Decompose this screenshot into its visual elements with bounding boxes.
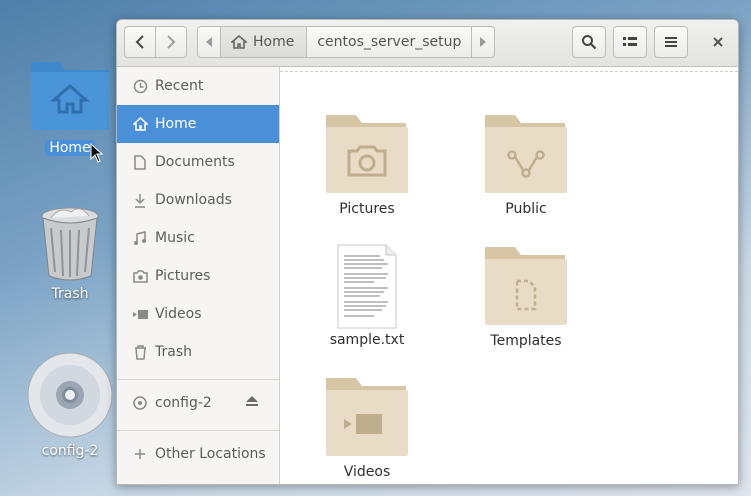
file-item-pictures[interactable]: Pictures bbox=[307, 113, 427, 217]
chevron-left-icon bbox=[135, 35, 144, 49]
search-button[interactable] bbox=[572, 26, 606, 58]
sidebar: Recent Home Documents Downloads Music Pi… bbox=[117, 67, 280, 484]
camera-folder-icon bbox=[326, 115, 408, 193]
back-button[interactable] bbox=[124, 26, 156, 58]
file-item-videos[interactable]: Videos bbox=[307, 376, 427, 480]
scrolled-row-edge bbox=[280, 67, 738, 72]
clock-icon bbox=[132, 78, 148, 94]
path-scroll-left-button[interactable] bbox=[197, 26, 221, 58]
desktop-trash-icon[interactable]: Trash bbox=[37, 206, 103, 302]
file-item-label: Public bbox=[505, 201, 547, 217]
close-icon bbox=[713, 37, 723, 47]
sidebar-item-documents[interactable]: Documents bbox=[117, 143, 279, 181]
file-item-label: Pictures bbox=[339, 201, 395, 217]
sidebar-item-home[interactable]: Home bbox=[117, 105, 279, 143]
video-folder-icon bbox=[326, 378, 408, 456]
plus-icon bbox=[132, 446, 148, 462]
trash-icon bbox=[132, 344, 148, 360]
forward-button[interactable] bbox=[155, 26, 187, 58]
desktop-config-2-icon[interactable]: config-2 bbox=[26, 351, 114, 459]
sidebar-item-recent[interactable]: Recent bbox=[117, 67, 279, 105]
sidebar-item-label: Pictures bbox=[155, 268, 211, 284]
eject-icon[interactable] bbox=[245, 395, 259, 411]
sidebar-item-other-locations[interactable]: Other Locations bbox=[117, 435, 279, 473]
sidebar-item-label: Downloads bbox=[155, 192, 232, 208]
path-home-button[interactable]: Home bbox=[220, 26, 308, 58]
sidebar-separator bbox=[117, 379, 279, 380]
desktop-home-icon[interactable]: Home bbox=[27, 56, 113, 156]
sidebar-item-label: Other Locations bbox=[155, 446, 266, 462]
sidebar-separator bbox=[117, 430, 279, 431]
home-icon bbox=[231, 35, 247, 49]
sidebar-item-label: Music bbox=[155, 230, 195, 246]
sidebar-item-config-2[interactable]: config-2 bbox=[117, 384, 279, 422]
chevron-right-icon bbox=[167, 35, 176, 49]
sidebar-item-label: Documents bbox=[155, 154, 235, 170]
file-item-templates[interactable]: Templates bbox=[466, 245, 586, 349]
desktop-trash-label: Trash bbox=[51, 286, 89, 302]
path-bar: Home centos_server_setup bbox=[197, 26, 496, 58]
path-scroll-right-button[interactable] bbox=[471, 26, 496, 58]
text-file-icon bbox=[337, 244, 397, 329]
sidebar-item-label: Home bbox=[155, 116, 197, 132]
desktop-config-2-label: config-2 bbox=[41, 443, 99, 459]
sidebar-item-label: Recent bbox=[155, 78, 204, 94]
path-home-label: Home bbox=[253, 34, 295, 50]
mouse-pointer-icon bbox=[90, 143, 104, 163]
sidebar-item-trash[interactable]: Trash bbox=[117, 333, 279, 371]
sidebar-item-music[interactable]: Music bbox=[117, 219, 279, 257]
file-view: Pictures Public sample.txt Templates Vid… bbox=[280, 67, 738, 484]
disc-icon bbox=[132, 395, 148, 411]
menu-button[interactable] bbox=[654, 26, 688, 58]
share-folder-icon bbox=[485, 115, 567, 193]
header-bar: Home centos_server_setup bbox=[117, 20, 738, 67]
trash-icon bbox=[41, 207, 99, 281]
file-manager-window: Home centos_server_setup Recent Home Doc… bbox=[116, 19, 739, 485]
sidebar-item-pictures[interactable]: Pictures bbox=[117, 257, 279, 295]
document-icon bbox=[132, 154, 148, 170]
file-item-label: sample.txt bbox=[329, 332, 405, 348]
sidebar-item-label: config-2 bbox=[155, 395, 212, 411]
triangle-left-icon bbox=[206, 37, 212, 47]
triangle-right-icon bbox=[480, 37, 487, 47]
sidebar-item-downloads[interactable]: Downloads bbox=[117, 181, 279, 219]
file-item-label: Videos bbox=[343, 464, 391, 480]
sidebar-item-videos[interactable]: Videos bbox=[117, 295, 279, 333]
template-folder-icon bbox=[485, 247, 567, 325]
file-item-sample-txt[interactable]: sample.txt bbox=[307, 244, 427, 348]
list-view-icon bbox=[623, 37, 637, 46]
optical-disc-icon bbox=[27, 352, 113, 438]
path-folder-label: centos_server_setup bbox=[317, 34, 462, 50]
file-item-public[interactable]: Public bbox=[466, 113, 586, 217]
music-icon bbox=[132, 230, 148, 246]
home-folder-icon bbox=[31, 62, 109, 130]
home-icon bbox=[132, 116, 148, 132]
path-folder-button[interactable]: centos_server_setup bbox=[306, 26, 473, 58]
search-icon bbox=[582, 35, 597, 50]
close-button[interactable] bbox=[702, 26, 734, 58]
view-toggle-button[interactable] bbox=[613, 26, 647, 58]
camera-icon bbox=[132, 268, 148, 284]
hamburger-menu-icon bbox=[665, 37, 677, 47]
sidebar-item-label: Videos bbox=[155, 306, 202, 322]
file-item-label: Templates bbox=[490, 333, 562, 349]
sidebar-item-label: Trash bbox=[155, 344, 192, 360]
desktop-home-label: Home bbox=[45, 140, 95, 156]
download-icon bbox=[132, 192, 148, 208]
video-icon bbox=[132, 306, 148, 322]
